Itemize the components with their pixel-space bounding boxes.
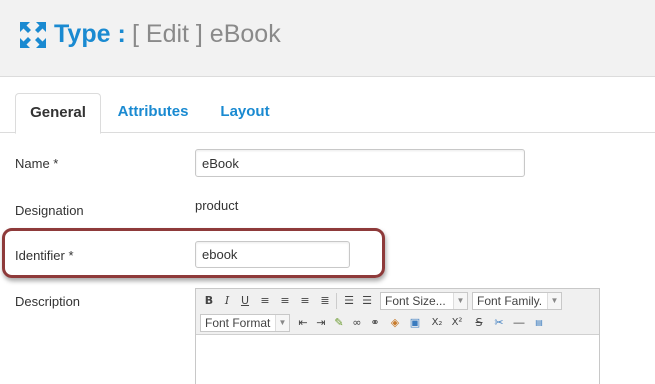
align-justify-icon[interactable]: ≣ xyxy=(318,294,332,308)
page-subtitle: [ Edit ] eBook xyxy=(132,20,281,48)
indent-icon[interactable]: ⇥ xyxy=(314,316,328,330)
underline-button[interactable]: U xyxy=(238,294,252,308)
bold-button[interactable]: B xyxy=(202,294,216,308)
bullet-list-icon[interactable]: ☰ xyxy=(360,294,374,308)
expand-arrows-icon xyxy=(20,22,46,48)
html-source-icon[interactable]: ▤ xyxy=(530,316,548,330)
designation-value: product xyxy=(195,198,239,213)
image-icon[interactable]: ◈ xyxy=(388,316,402,330)
tab-general[interactable]: General xyxy=(15,93,101,134)
identifier-field[interactable] xyxy=(195,241,350,268)
horizontal-rule-icon[interactable]: ― xyxy=(512,316,526,330)
tab-layout[interactable]: Layout xyxy=(210,93,280,133)
numbered-list-icon[interactable]: ☰ xyxy=(342,294,356,308)
font-family-select-label: Font Family. xyxy=(477,294,543,308)
subscript-button[interactable]: X₂ xyxy=(430,316,444,330)
tab-attributes[interactable]: Attributes xyxy=(108,93,198,133)
page-header: Type : [ Edit ] eBook xyxy=(0,0,655,77)
unlink-icon[interactable]: ⚭ xyxy=(368,316,382,330)
name-field[interactable] xyxy=(195,149,525,177)
chevron-down-icon: ▼ xyxy=(453,293,467,309)
font-size-select[interactable]: Font Size... ▼ xyxy=(380,292,468,310)
font-family-select[interactable]: Font Family. ▼ xyxy=(472,292,562,310)
tab-bar: General Attributes Layout xyxy=(0,93,655,134)
cleanup-icon[interactable]: ▣ xyxy=(408,316,422,330)
description-label: Description xyxy=(15,294,81,309)
link-icon[interactable]: ∞ xyxy=(350,316,364,330)
italic-button[interactable]: I xyxy=(220,294,234,308)
description-editor[interactable]: B I U ≡ ≡ ≡ ≣ ☰ ☰ Font Size... ▼ Font Fa… xyxy=(195,288,600,384)
align-left-icon[interactable]: ≡ xyxy=(258,294,272,308)
editor-toolbar: B I U ≡ ≡ ≡ ≣ ☰ ☰ Font Size... ▼ Font Fa… xyxy=(196,289,599,335)
name-label: Name * xyxy=(15,156,59,171)
page-title: Type : xyxy=(54,20,126,48)
align-center-icon[interactable]: ≡ xyxy=(278,294,292,308)
strikethrough-button[interactable]: S xyxy=(472,316,486,330)
identifier-label: Identifier * xyxy=(15,248,74,263)
align-right-icon[interactable]: ≡ xyxy=(298,294,312,308)
chevron-down-icon: ▼ xyxy=(547,293,561,309)
toolbar-separator xyxy=(336,293,337,309)
designation-label: Designation xyxy=(15,203,84,218)
font-size-select-label: Font Size... xyxy=(385,294,446,308)
edit-image-icon[interactable]: ✎ xyxy=(332,316,346,330)
remove-format-icon[interactable]: ✂ xyxy=(492,316,506,330)
chevron-down-icon: ▼ xyxy=(275,315,289,331)
superscript-button[interactable]: X² xyxy=(450,316,464,330)
font-format-select[interactable]: Font Format ▼ xyxy=(200,314,290,332)
outdent-icon[interactable]: ⇤ xyxy=(296,316,310,330)
font-format-select-label: Font Format xyxy=(205,316,271,330)
